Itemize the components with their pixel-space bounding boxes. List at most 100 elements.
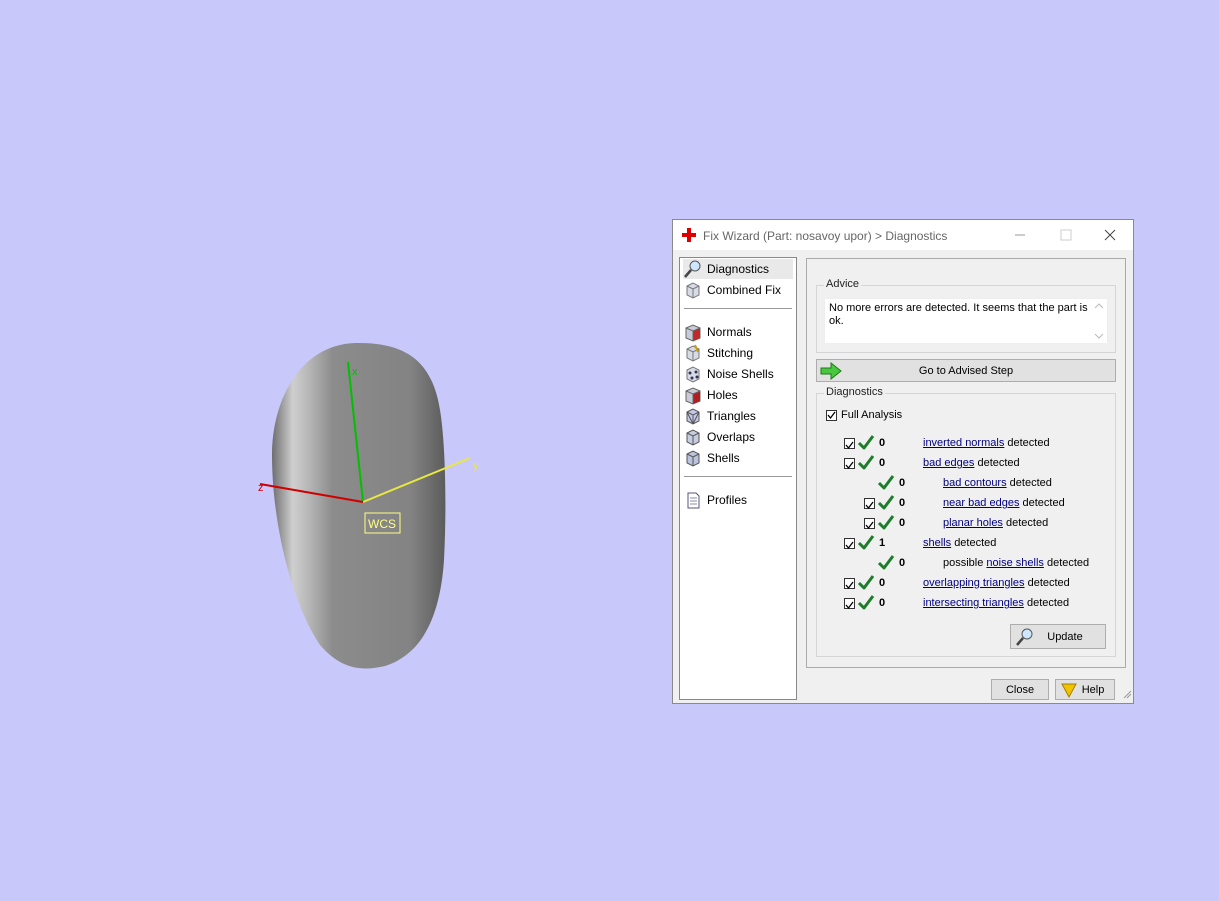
update-button[interactable]: Update (1010, 624, 1106, 649)
axis-z-label: z (258, 482, 264, 494)
intersecting-triangles-checkbox[interactable] (844, 598, 855, 610)
green-check-icon (877, 554, 895, 572)
diagnostics-group: Diagnostics Full Analysis 0 inverted norm… (816, 386, 1116, 657)
close-window-button[interactable] (1087, 220, 1133, 250)
document-icon (683, 490, 703, 510)
part-model[interactable] (272, 342, 446, 669)
cube-shell-icon (683, 448, 703, 468)
help-button[interactable]: Help (1055, 679, 1115, 700)
noise-shells-count: 0 (899, 557, 906, 569)
fix-wizard-dialog: Fix Wizard (Part: nosavoy upor) > Diagno… (672, 219, 1134, 704)
inverted-normals-link[interactable]: inverted normals (923, 437, 1004, 449)
red-cross-icon (681, 227, 697, 246)
nav-item-profiles[interactable]: Profiles (683, 490, 793, 510)
green-check-icon (857, 454, 875, 472)
viewport-canvas: x y z WCS (258, 342, 479, 669)
nav-item-combined-fix[interactable]: Combined Fix (683, 280, 793, 300)
planar-holes-link[interactable]: planar holes (943, 517, 1003, 529)
planar-holes-row-text: planar holes detected (943, 517, 1048, 529)
inverted-normals-count: 0 (879, 437, 886, 449)
inverted-normals-suffix: detected (1007, 437, 1050, 449)
nav-separator (684, 476, 792, 477)
noise-shells-row-text: possible noise shells detected (943, 557, 1089, 569)
planar-holes-checkbox[interactable] (864, 518, 875, 530)
3d-viewport[interactable]: x y z WCS (0, 0, 660, 898)
checkmark-icon (845, 541, 854, 550)
advice-text: No more errors are detected. It seems th… (829, 302, 1088, 327)
checkmark-icon (845, 461, 854, 470)
axis-y-label: y (473, 460, 479, 472)
go-to-advised-step-button[interactable]: Go to Advised Step (816, 359, 1116, 382)
shells-suffix: detected (954, 537, 997, 549)
maximize-button[interactable] (1043, 220, 1089, 250)
full-analysis-check[interactable] (826, 409, 837, 421)
dialog-title: Fix Wizard (Part: nosavoy upor) > Diagno… (703, 229, 948, 243)
intersecting-triangles-link[interactable]: intersecting triangles (923, 597, 1024, 609)
minimize-button[interactable] (997, 220, 1043, 250)
advice-scrollbar[interactable] (1091, 299, 1107, 343)
resize-grip-icon[interactable] (1122, 688, 1132, 702)
bad-edges-link[interactable]: bad edges (923, 457, 974, 469)
noise-shells-link[interactable]: noise shells (986, 557, 1043, 569)
bad-edges-suffix: detected (977, 457, 1020, 469)
title-bar[interactable]: Fix Wizard (Part: nosavoy upor) > Diagno… (673, 220, 1133, 250)
cube-dots-icon (683, 364, 703, 384)
nav-item-holes[interactable]: Holes (683, 385, 793, 405)
advice-group-label: Advice (824, 278, 862, 290)
wizard-navigation: Diagnostics Combined Fix Normals Stitchi… (679, 257, 797, 700)
shells-count: 1 (879, 537, 886, 549)
intersecting-triangles-count: 0 (879, 597, 886, 609)
checkmark-icon (845, 601, 854, 610)
shells-link[interactable]: shells (923, 537, 951, 549)
help-funnel-icon (1061, 682, 1077, 701)
overlapping-triangles-checkbox[interactable] (844, 578, 855, 590)
shells-checkbox[interactable] (844, 538, 855, 550)
scroll-arrows-icon (1094, 303, 1104, 339)
cube-red-face-icon (683, 322, 703, 342)
cube-icon (683, 280, 703, 300)
intersecting-triangles-suffix: detected (1026, 597, 1070, 609)
overlapping-triangles-suffix: detected (1027, 577, 1070, 589)
noise-shells-prefix: possible (943, 557, 984, 569)
near-bad-edges-count: 0 (899, 497, 906, 509)
checkmark-icon (865, 521, 874, 530)
nav-item-overlaps[interactable]: Overlaps (683, 427, 793, 447)
full-analysis-checkbox[interactable]: Full Analysis (826, 406, 902, 424)
green-check-icon (877, 474, 895, 492)
advice-group: Advice No more errors are detected. It s… (816, 278, 1116, 353)
inverted-normals-row-text: inverted normals detected (923, 437, 1050, 449)
nav-item-stitching[interactable]: Stitching (683, 343, 793, 363)
magnifier-icon (683, 259, 703, 279)
nav-item-shells[interactable]: Shells (683, 448, 793, 468)
cube-hole-icon (683, 385, 703, 405)
nav-item-diagnostics[interactable]: Diagnostics (683, 259, 793, 279)
nav-item-triangles[interactable]: Triangles (683, 406, 793, 426)
bad-contours-count: 0 (899, 477, 906, 489)
inverted-normals-checkbox[interactable] (844, 438, 855, 450)
nav-separator (684, 308, 792, 309)
advice-text-box[interactable]: No more errors are detected. It seems th… (824, 298, 1108, 344)
maximize-icon (1060, 229, 1072, 241)
checkmark-icon (845, 441, 854, 450)
nav-item-noise-shells[interactable]: Noise Shells (683, 364, 793, 384)
overlapping-triangles-link[interactable]: overlapping triangles (923, 577, 1025, 589)
near-bad-edges-row-text: near bad edges detected (943, 497, 1065, 509)
green-check-icon (857, 434, 875, 452)
near-bad-edges-checkbox[interactable] (864, 498, 875, 510)
magnifier-icon (1015, 627, 1035, 650)
green-check-icon (877, 514, 895, 532)
bad-edges-row-text: bad edges detected (923, 457, 1020, 469)
diagnostics-group-label: Diagnostics (824, 386, 885, 398)
minimize-icon (1015, 234, 1025, 236)
nav-item-normals[interactable]: Normals (683, 322, 793, 342)
bad-contours-link[interactable]: bad contours (943, 477, 1007, 489)
bad-edges-count: 0 (879, 457, 886, 469)
near-bad-edges-link[interactable]: near bad edges (943, 497, 1019, 509)
bad-edges-checkbox[interactable] (844, 458, 855, 470)
close-button[interactable]: Close (991, 679, 1049, 700)
overlapping-triangles-row-text: overlapping triangles detected (923, 577, 1070, 589)
checkmark-icon (865, 501, 874, 510)
intersecting-triangles-row-text: intersecting triangles detected (923, 597, 1069, 609)
checkmark-icon (845, 581, 854, 590)
cube-stitch-icon (683, 343, 703, 363)
